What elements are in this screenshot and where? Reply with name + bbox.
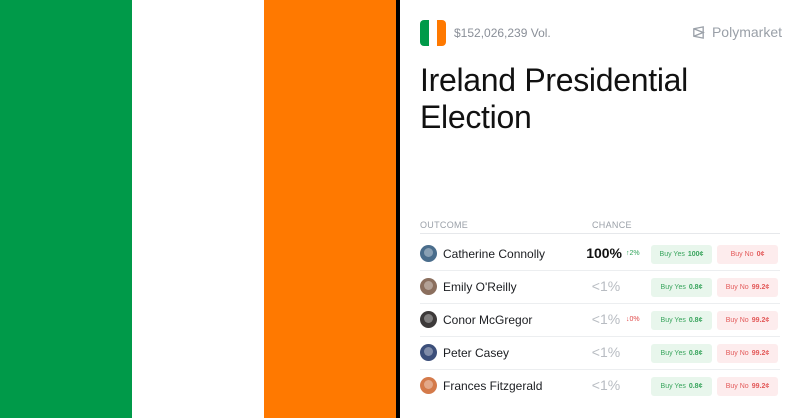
- buy-no-price: 99.2¢: [751, 350, 770, 357]
- chance-value: 100%: [586, 245, 622, 261]
- buy-no-price: 99.2¢: [751, 383, 770, 390]
- candidate-name[interactable]: Frances Fitzgerald: [443, 379, 542, 393]
- brand-logo[interactable]: Polymarket: [691, 24, 782, 40]
- buy-yes-label: Buy Yes: [660, 284, 686, 291]
- buy-yes-button[interactable]: Buy Yes 0.8¢: [651, 344, 712, 363]
- buy-yes-label: Buy Yes: [660, 350, 686, 357]
- buy-no-label: Buy No: [725, 383, 749, 390]
- candidate-name[interactable]: Conor McGregor: [443, 313, 532, 327]
- chance-value: <1%: [591, 278, 621, 294]
- brand-name: Polymarket: [711, 24, 782, 40]
- buy-yes-label: Buy Yes: [660, 383, 686, 390]
- column-header-chance: CHANCE: [592, 220, 632, 230]
- buy-no-button[interactable]: Buy No 99.2¢: [717, 278, 778, 297]
- buy-yes-button[interactable]: Buy Yes 0.8¢: [651, 377, 712, 396]
- outcome-row[interactable]: Conor McGregor <1% ↓0% Buy Yes 0.8¢ Buy No 99.…: [420, 304, 780, 337]
- buy-no-label: Buy No: [725, 350, 749, 357]
- buy-yes-label: Buy Yes: [660, 317, 686, 324]
- buy-no-button[interactable]: Buy No 99.2¢: [717, 311, 778, 330]
- polymarket-logo-icon: [693, 25, 705, 39]
- buy-no-label: Buy No: [725, 317, 749, 324]
- outcome-row[interactable]: Emily O'Reilly <1% Buy Yes 0.8¢ Buy No 99.2¢: [420, 271, 780, 304]
- column-header-outcome: OUTCOME: [420, 220, 469, 230]
- buy-yes-price: 0.8¢: [688, 350, 703, 357]
- buy-no-price: 99.2¢: [751, 284, 770, 291]
- flag-stripe-green: [0, 0, 132, 418]
- candidate-name[interactable]: Emily O'Reilly: [443, 280, 517, 294]
- candidate-name[interactable]: Peter Casey: [443, 346, 509, 360]
- outcome-row[interactable]: Catherine Connolly 100% ↑2% Buy Yes 100¢ Buy …: [420, 238, 780, 271]
- buy-yes-button[interactable]: Buy Yes 0.8¢: [651, 311, 712, 330]
- buy-yes-price: 0.8¢: [688, 284, 703, 291]
- candidate-avatar: [420, 311, 437, 328]
- market-title: Ireland Presidential Election: [420, 62, 688, 135]
- candidate-name[interactable]: Catherine Connolly: [443, 247, 545, 261]
- buy-yes-button[interactable]: Buy Yes 0.8¢: [651, 278, 712, 297]
- buy-no-price: 99.2¢: [751, 317, 770, 324]
- chance-value: <1%: [591, 377, 621, 393]
- outcome-row[interactable]: Peter Casey <1% Buy Yes 0.8¢ Buy No 99.2¢: [420, 337, 780, 370]
- buy-yes-price: 100¢: [687, 251, 704, 258]
- chance-delta: ↑2%: [626, 250, 640, 257]
- buy-no-price: 0¢: [756, 251, 765, 258]
- candidate-avatar: [420, 344, 437, 361]
- header-divider: [420, 233, 780, 234]
- flag-stripe-white: [132, 0, 264, 418]
- ireland-flag-image: [0, 0, 396, 418]
- flag-stripe-orange: [264, 0, 396, 418]
- ireland-flag-icon: [420, 20, 446, 46]
- market-card: $152,026,239 Vol. Polymarket Ireland Pre…: [400, 0, 800, 418]
- chance-value: <1%: [591, 344, 621, 360]
- buy-yes-price: 0.8¢: [688, 383, 703, 390]
- candidate-avatar: [420, 377, 437, 394]
- table-header: OUTCOME CHANCE: [420, 218, 780, 234]
- buy-yes-price: 0.8¢: [688, 317, 703, 324]
- candidate-avatar: [420, 278, 437, 295]
- buy-no-button[interactable]: Buy No 99.2¢: [717, 344, 778, 363]
- candidate-avatar: [420, 245, 437, 262]
- outcome-row[interactable]: Frances Fitzgerald <1% Buy Yes 0.8¢ Buy No 99…: [420, 370, 780, 403]
- buy-no-label: Buy No: [730, 251, 754, 258]
- market-topbar: $152,026,239 Vol. Polymarket: [420, 20, 782, 46]
- buy-no-label: Buy No: [725, 284, 749, 291]
- chance-delta: ↓0%: [626, 316, 640, 323]
- buy-yes-button[interactable]: Buy Yes 100¢: [651, 245, 712, 264]
- buy-no-button[interactable]: Buy No 99.2¢: [717, 377, 778, 396]
- outcome-list: Catherine Connolly 100% ↑2% Buy Yes 100¢ Buy …: [420, 238, 780, 403]
- volume-text: $152,026,239 Vol.: [454, 26, 551, 40]
- buy-no-button[interactable]: Buy No 0¢: [717, 245, 778, 264]
- buy-yes-label: Buy Yes: [659, 251, 685, 258]
